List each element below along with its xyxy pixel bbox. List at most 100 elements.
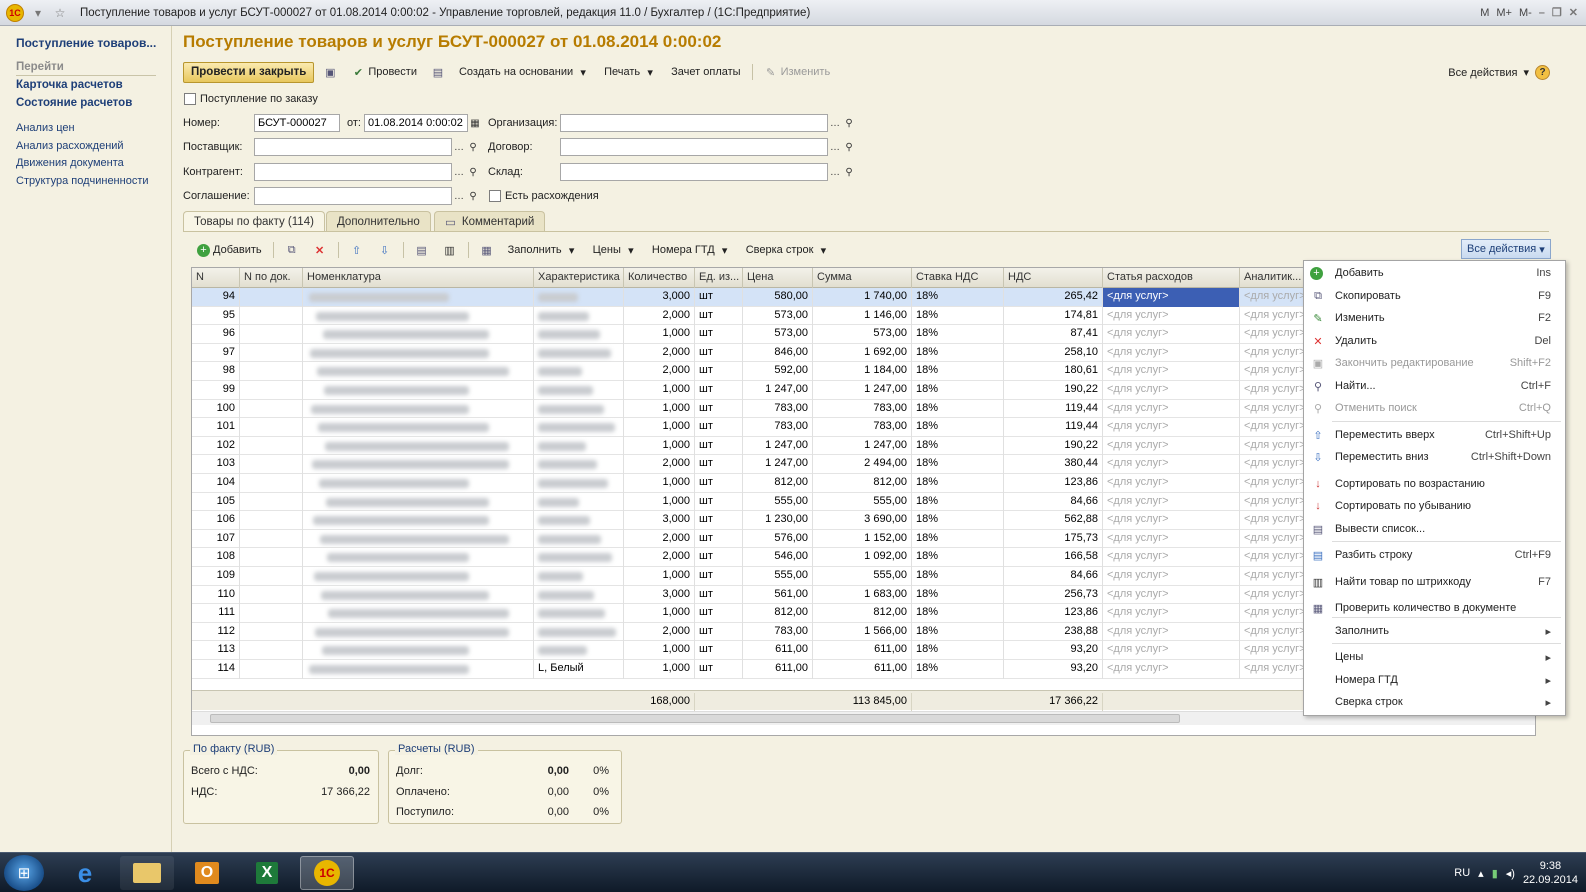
cell-characteristic[interactable] [534,381,624,400]
cell-n[interactable]: 106 [192,511,240,530]
cell-unit[interactable]: шт [695,343,743,363]
cell-vat-rate[interactable]: 18% [912,418,1004,437]
cell-nomenclature[interactable] [303,567,534,586]
cell-nomenclature[interactable] [303,492,534,512]
excel-icon[interactable]: X [240,856,294,890]
cell-quantity[interactable]: 1,000 [624,436,695,456]
help-icon[interactable]: ? [1535,65,1550,80]
cell-nomenclature[interactable] [303,288,534,307]
cell-n[interactable]: 107 [192,529,240,549]
select-ellipsis-icon[interactable]: … [828,138,842,156]
cell-expense[interactable]: <для услуг> [1103,455,1240,474]
cell-vat-rate[interactable]: 18% [912,548,1004,567]
cell-expense[interactable]: <для услуг> [1103,492,1240,512]
cell-doc-n[interactable] [240,362,303,381]
cell-expense[interactable]: <для услуг> [1103,325,1240,344]
cell-expense[interactable]: <для услуг> [1103,306,1240,326]
cell-characteristic[interactable] [534,343,624,363]
cell-doc-n[interactable] [240,529,303,549]
cell-nomenclature[interactable] [303,325,534,344]
cell-analytics[interactable]: <для услуг> [1240,567,1310,586]
move-down-button[interactable]: ⇩ [373,240,397,261]
sidebar-link-payment-state[interactable]: Состояние расчетов [16,97,132,109]
cell-sum[interactable]: 3 690,00 [813,511,912,530]
cell-expense[interactable]: <для услуг> [1103,622,1240,642]
create-based-on-button[interactable]: Создать на основании ▾ [454,62,595,83]
cell-price[interactable]: 576,00 [743,529,813,549]
menu-item[interactable]: ⚲ Отменить поиск Ctrl+Q [1304,398,1565,418]
cell-characteristic[interactable] [534,436,624,456]
cell-n[interactable]: 99 [192,381,240,400]
cell-unit[interactable]: шт [695,548,743,567]
cell-analytics[interactable]: <для услуг> [1240,455,1310,474]
cell-vat-rate[interactable]: 18% [912,288,1004,307]
cell-vat[interactable]: 190,22 [1004,436,1103,456]
cell-n[interactable]: 103 [192,455,240,474]
cell-doc-n[interactable] [240,604,303,623]
cell-n[interactable]: 110 [192,585,240,605]
column-header-vat[interactable]: НДС [1004,268,1103,288]
cell-n[interactable]: 111 [192,604,240,623]
1c-app-icon[interactable]: 1С [300,856,354,890]
cell-vat-rate[interactable]: 18% [912,641,1004,660]
menu-item[interactable]: ✕ Удалить Del [1304,331,1565,351]
cell-analytics[interactable]: <для услуг> [1240,325,1310,344]
cell-doc-n[interactable] [240,641,303,660]
cell-characteristic[interactable] [534,399,624,419]
select-ellipsis-icon[interactable]: … [828,163,842,181]
cell-quantity[interactable]: 1,000 [624,418,695,437]
cell-n[interactable]: 94 [192,288,240,307]
menu-item[interactable]: ✎ Изменить F2 [1304,308,1565,328]
cell-vat[interactable]: 93,20 [1004,641,1103,660]
cell-characteristic[interactable] [534,604,624,623]
cell-quantity[interactable]: 3,000 [624,585,695,605]
cell-doc-n[interactable] [240,399,303,419]
check-qty-button[interactable]: ▦ [475,240,499,261]
cell-characteristic[interactable] [534,325,624,344]
cell-characteristic[interactable] [534,511,624,530]
cell-characteristic[interactable] [534,362,624,381]
cell-nomenclature[interactable] [303,343,534,363]
cell-sum[interactable]: 1 184,00 [813,362,912,381]
search-icon[interactable]: ⚲ [466,187,480,205]
cell-vat[interactable]: 238,88 [1004,622,1103,642]
cell-unit[interactable]: шт [695,381,743,400]
column-header-sum[interactable]: Сумма [813,268,912,288]
cell-nomenclature[interactable] [303,362,534,381]
cell-vat[interactable]: 265,42 [1004,288,1103,307]
cell-sum[interactable]: 611,00 [813,660,912,679]
cell-nomenclature[interactable] [303,436,534,456]
cell-nomenclature[interactable] [303,604,534,623]
post-button[interactable]: ✔ Провести [346,62,422,83]
column-header-price[interactable]: Цена [743,268,813,288]
cell-analytics[interactable]: <для услуг> [1240,622,1310,642]
cell-quantity[interactable]: 2,000 [624,455,695,474]
search-icon[interactable]: ⚲ [466,138,480,156]
menu-item[interactable]: ▥ Найти товар по штрихкоду F7 [1304,572,1565,592]
start-button-icon[interactable]: ⊞ [4,855,44,891]
cell-expense[interactable]: <для услуг> [1103,399,1240,419]
cell-expense[interactable]: <для услуг> [1103,418,1240,437]
column-header-vat-rate[interactable]: Ставка НДС [912,268,1004,288]
menu-item[interactable]: ▦ Проверить количество в документе [1304,598,1565,618]
menu-item[interactable]: ⇧ Переместить вверх Ctrl+Shift+Up [1304,425,1565,445]
cell-unit[interactable]: шт [695,436,743,456]
cell-expense[interactable]: <для услуг> [1103,362,1240,381]
column-header-n[interactable]: N [192,268,240,288]
menu-item[interactable]: ⇩ Переместить вниз Ctrl+Shift+Down [1304,447,1565,467]
column-header-nomenclature[interactable]: Номенклатура [303,268,534,288]
cell-n[interactable]: 113 [192,641,240,660]
cell-characteristic[interactable] [534,529,624,549]
cell-doc-n[interactable] [240,455,303,474]
sidebar-title[interactable]: Поступление товаров... [16,36,156,50]
cell-doc-n[interactable] [240,418,303,437]
cell-vat-rate[interactable]: 18% [912,436,1004,456]
cell-unit[interactable]: шт [695,511,743,530]
cell-n[interactable]: 95 [192,306,240,326]
cell-expense[interactable]: <для услуг> [1103,567,1240,586]
cell-unit[interactable]: шт [695,288,743,307]
cell-price[interactable]: 846,00 [743,343,813,363]
tray-arrow-icon[interactable]: ▴ [1478,867,1484,880]
cell-unit[interactable]: шт [695,641,743,660]
cell-nomenclature[interactable] [303,641,534,660]
